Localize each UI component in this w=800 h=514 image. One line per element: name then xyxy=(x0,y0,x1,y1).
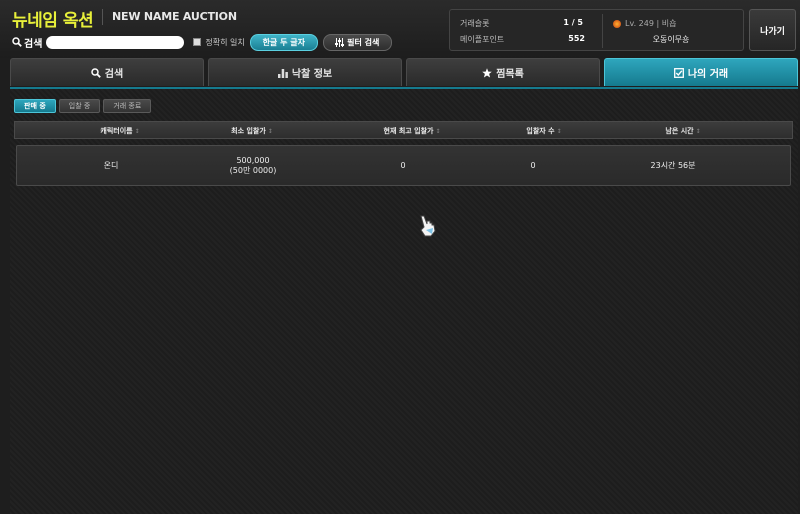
tab-auction-results[interactable]: 낙찰 정보 xyxy=(208,58,402,86)
exit-button[interactable]: 나가기 xyxy=(749,9,796,51)
cell-bidders: 0 xyxy=(530,161,536,170)
class-emblem-icon xyxy=(613,19,621,28)
column-header-remaining-time[interactable]: 남은 시간 ↕ xyxy=(665,126,700,136)
search-label: 검색 xyxy=(12,35,42,50)
bar-chart-icon xyxy=(277,68,288,78)
checkbox-box[interactable] xyxy=(193,38,202,46)
cell-character-name: 온디 xyxy=(103,161,119,170)
sort-icon: ↕ xyxy=(695,128,701,135)
subtab-bidding[interactable]: 입찰 중 xyxy=(58,99,101,113)
main-tabs: 검색 낙찰 정보 찜목록 나의 거래 xyxy=(10,58,798,87)
star-icon xyxy=(482,67,492,77)
app-title: 뉴네임 옥션 xyxy=(12,11,94,31)
points-label: 메이플포인트 xyxy=(460,35,505,44)
search-icon xyxy=(12,37,22,47)
tab-search[interactable]: 검색 xyxy=(10,58,204,86)
sort-icon: ↕ xyxy=(435,128,441,135)
slots-value: 1 / 5 xyxy=(563,18,583,27)
exact-match-label: 정확히 일치 xyxy=(205,37,245,47)
sort-icon: ↕ xyxy=(267,128,273,135)
subtab-selling[interactable]: 판매 중 xyxy=(14,99,56,113)
korean-two-chars-button[interactable]: 한글 두 글자 xyxy=(249,33,318,51)
tab-wishlist[interactable]: 찜목록 xyxy=(406,58,600,86)
hand-cursor-icon xyxy=(420,215,436,237)
character-name: 오동이무숑 xyxy=(652,35,690,44)
checkbox-icon xyxy=(673,67,684,78)
search-row: 검색 정확히 일치 한글 두 글자 필터 검색 xyxy=(12,33,392,51)
column-header-character-name[interactable]: 캐릭터이름 ↕ xyxy=(100,126,139,136)
cell-min-bid: 500,000 (50만 0000) xyxy=(229,156,277,175)
filter-search-button[interactable]: 필터 검색 xyxy=(322,33,392,51)
trade-status-tabs: 판매 중 입찰 중 거래 종료 xyxy=(14,99,154,113)
app-subtitle: NEW NAME AUCTION xyxy=(112,10,237,23)
cell-current-bid: 0 xyxy=(400,161,406,170)
stats-divider xyxy=(602,14,603,48)
sort-icon: ↕ xyxy=(556,128,562,135)
title-divider xyxy=(102,9,103,25)
sort-icon: ↕ xyxy=(134,128,140,135)
trade-stats-panel: 거래슬롯 1 / 5 메이플포인트 552 Lv. 249 | 비숍 오동이무숑 xyxy=(449,9,744,51)
top-bar: 뉴네임 옥션 NEW NAME AUCTION 검색 정확히 일치 한글 두 글… xyxy=(0,0,800,58)
points-value: 552 xyxy=(568,34,585,43)
column-header-bidders[interactable]: 입찰자 수 ↕ xyxy=(526,126,561,136)
table-row[interactable]: 온디 500,000 (50만 0000) 0 0 23시간 56분 xyxy=(16,145,791,186)
search-input[interactable] xyxy=(46,35,185,49)
tab-my-trades[interactable]: 나의 거래 xyxy=(604,58,798,86)
level-info: Lv. 249 | 비숍 xyxy=(613,18,676,29)
subtab-completed[interactable]: 거래 종료 xyxy=(103,99,152,113)
my-trades-panel: 판매 중 입찰 중 거래 종료 캐릭터이름 ↕ 최소 입찰가 ↕ 현재 최고 입찰가… xyxy=(10,87,798,514)
search-icon xyxy=(91,67,101,78)
exact-match-checkbox[interactable]: 정확히 일치 xyxy=(193,37,245,48)
column-header-min-bid[interactable]: 최소 입찰가 ↕ xyxy=(231,126,273,136)
sliders-icon xyxy=(335,37,345,47)
slots-label: 거래슬롯 xyxy=(460,19,490,28)
cell-remaining-time: 23시간 56분 xyxy=(650,161,696,170)
table-header: 캐릭터이름 ↕ 최소 입찰가 ↕ 현재 최고 입찰가 ↕ 입찰자 수 ↕ 남은 시간 ↕ xyxy=(14,121,793,139)
column-header-current-bid[interactable]: 현재 최고 입찰가 ↕ xyxy=(384,126,441,136)
